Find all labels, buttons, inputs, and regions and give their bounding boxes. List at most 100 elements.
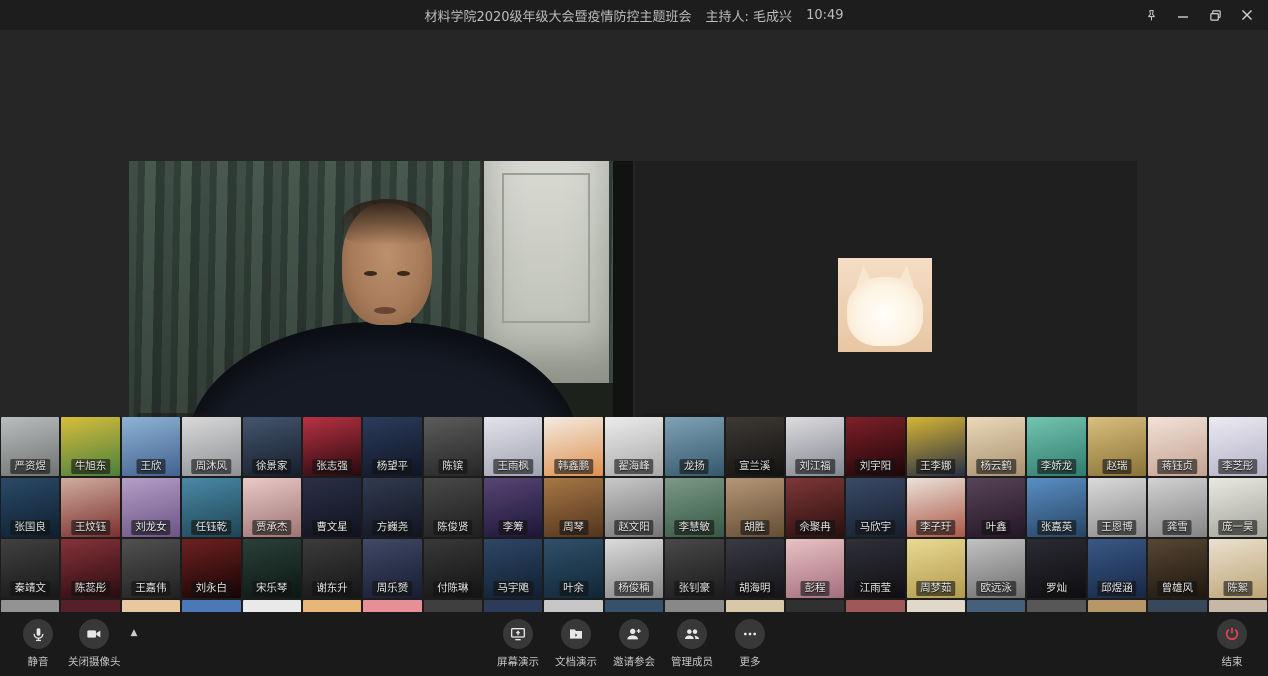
participant-tile-partial[interactable] bbox=[1027, 600, 1085, 612]
main-video-host[interactable]: 毛成兴 bbox=[129, 161, 633, 446]
participant-tile[interactable]: 叶余 bbox=[544, 539, 602, 598]
participant-tile[interactable]: 周琴 bbox=[544, 478, 602, 537]
participant-tile[interactable]: 曹文星 bbox=[303, 478, 361, 537]
participant-tile[interactable]: 杨俊楠 bbox=[605, 539, 663, 598]
participant-tile[interactable]: 李娇龙 bbox=[1027, 417, 1085, 476]
participant-tile[interactable]: 佘聚冉 bbox=[786, 478, 844, 537]
camera-options-arrow-icon[interactable]: ▲ bbox=[131, 628, 138, 638]
participant-tile[interactable]: 陈絮 bbox=[1209, 539, 1267, 598]
participant-tile[interactable]: 任钰乾 bbox=[182, 478, 240, 537]
participant-tile[interactable]: 徐景家 bbox=[243, 417, 301, 476]
participant-tile-partial[interactable] bbox=[61, 600, 119, 612]
participant-tile[interactable]: 陈蕊彤 bbox=[61, 539, 119, 598]
participant-tile[interactable]: 江雨莹 bbox=[846, 539, 904, 598]
participant-tile[interactable]: 胡海明 bbox=[726, 539, 784, 598]
participant-tile[interactable]: 杨云鹤 bbox=[967, 417, 1025, 476]
participant-tile[interactable]: 刘龙女 bbox=[122, 478, 180, 537]
doc-share-button[interactable]: 文档演示 bbox=[554, 619, 598, 669]
participant-tile[interactable]: 张钊豪 bbox=[665, 539, 723, 598]
participant-tile-partial[interactable] bbox=[967, 600, 1025, 612]
participant-tile[interactable]: 赵文阳 bbox=[605, 478, 663, 537]
manage-members-button[interactable]: 管理成员 bbox=[670, 619, 714, 669]
participant-tile[interactable]: 周乐赟 bbox=[363, 539, 421, 598]
participant-tile[interactable]: 王雨枫 bbox=[484, 417, 542, 476]
participant-tile-partial[interactable] bbox=[544, 600, 602, 612]
participant-tile[interactable]: 欧远泳 bbox=[967, 539, 1025, 598]
more-button[interactable]: 更多 bbox=[728, 619, 772, 669]
participant-tile-partial[interactable] bbox=[1, 600, 59, 612]
participant-tile[interactable]: 龚雪 bbox=[1148, 478, 1206, 537]
participant-tile-partial[interactable] bbox=[605, 600, 663, 612]
participant-tile[interactable]: 张国良 bbox=[1, 478, 59, 537]
participant-tile[interactable]: 罗灿 bbox=[1027, 539, 1085, 598]
participant-tile[interactable]: 刘宇阳 bbox=[846, 417, 904, 476]
participant-tile-partial[interactable] bbox=[243, 600, 301, 612]
participant-tile[interactable]: 陈俊贤 bbox=[424, 478, 482, 537]
participant-tile[interactable]: 杨望平 bbox=[363, 417, 421, 476]
participant-tile-partial[interactable] bbox=[726, 600, 784, 612]
participant-tile[interactable]: 叶鑫 bbox=[967, 478, 1025, 537]
participant-tile[interactable]: 蒋钰贞 bbox=[1148, 417, 1206, 476]
participant-tile-partial[interactable] bbox=[1148, 600, 1206, 612]
participant-tile[interactable]: 李慧敏 bbox=[665, 478, 723, 537]
participant-tile-partial[interactable] bbox=[424, 600, 482, 612]
participant-tile[interactable]: 张志强 bbox=[303, 417, 361, 476]
participant-tile[interactable]: 庞一昊 bbox=[1209, 478, 1267, 537]
participant-tile[interactable]: 王李娜 bbox=[907, 417, 965, 476]
invite-button[interactable]: 邀请参会 bbox=[612, 619, 656, 669]
end-meeting-button[interactable]: 结束 bbox=[1210, 619, 1254, 669]
participant-tile[interactable]: 付陈琳 bbox=[424, 539, 482, 598]
participant-tile[interactable]: 贾承杰 bbox=[243, 478, 301, 537]
participant-tile-partial[interactable] bbox=[786, 600, 844, 612]
participant-tile-partial[interactable] bbox=[363, 600, 421, 612]
participant-tile[interactable]: 刘永白 bbox=[182, 539, 240, 598]
restore-icon[interactable] bbox=[1202, 3, 1228, 27]
participant-tile[interactable]: 周梦茹 bbox=[907, 539, 965, 598]
participant-tile-partial[interactable] bbox=[665, 600, 723, 612]
participant-tile-partial[interactable] bbox=[846, 600, 904, 612]
participant-name: 贾承杰 bbox=[252, 520, 292, 535]
participant-tile[interactable]: 牛旭东 bbox=[61, 417, 119, 476]
participant-tile[interactable]: 宣兰溪 bbox=[726, 417, 784, 476]
screen-share-button[interactable]: 屏幕演示 bbox=[496, 619, 540, 669]
participant-tile[interactable]: 马宇飑 bbox=[484, 539, 542, 598]
mute-button[interactable]: 静音 bbox=[16, 619, 60, 669]
participant-tile-partial[interactable] bbox=[122, 600, 180, 612]
participant-tile[interactable]: 李子玗 bbox=[907, 478, 965, 537]
participant-tile[interactable]: 胡胜 bbox=[726, 478, 784, 537]
participant-tile[interactable]: 王欣 bbox=[122, 417, 180, 476]
participant-tile[interactable]: 彭程 bbox=[786, 539, 844, 598]
participant-tile-partial[interactable] bbox=[1209, 600, 1267, 612]
participant-tile[interactable]: 谢东升 bbox=[303, 539, 361, 598]
participant-tile[interactable]: 王恩博 bbox=[1088, 478, 1146, 537]
participant-tile[interactable]: 韩鑫鹏 bbox=[544, 417, 602, 476]
participant-tile[interactable]: 刘江福 bbox=[786, 417, 844, 476]
participant-tile[interactable]: 秦靖文 bbox=[1, 539, 59, 598]
participant-tile[interactable]: 龙扬 bbox=[665, 417, 723, 476]
participant-tile[interactable]: 严资煜 bbox=[1, 417, 59, 476]
camera-button[interactable]: 关闭摄像头 bbox=[68, 619, 121, 669]
participant-tile[interactable]: 方巍尧 bbox=[363, 478, 421, 537]
participant-tile[interactable]: 李芝彤 bbox=[1209, 417, 1267, 476]
main-video-guest[interactable]: 吴建东 bbox=[635, 161, 1137, 446]
participant-tile[interactable]: 陈镔 bbox=[424, 417, 482, 476]
participant-tile[interactable]: 宋乐琴 bbox=[243, 539, 301, 598]
pin-icon[interactable] bbox=[1138, 3, 1164, 27]
participant-tile[interactable]: 翟海峰 bbox=[605, 417, 663, 476]
participant-tile[interactable]: 马欣宇 bbox=[846, 478, 904, 537]
participant-tile[interactable]: 周沐风 bbox=[182, 417, 240, 476]
close-icon[interactable] bbox=[1234, 3, 1260, 27]
participant-tile[interactable]: 王嘉伟 bbox=[122, 539, 180, 598]
participant-tile[interactable]: 邱煜涵 bbox=[1088, 539, 1146, 598]
participant-tile[interactable]: 曾雄风 bbox=[1148, 539, 1206, 598]
participant-tile-partial[interactable] bbox=[484, 600, 542, 612]
participant-tile[interactable]: 张嘉英 bbox=[1027, 478, 1085, 537]
participant-tile-partial[interactable] bbox=[303, 600, 361, 612]
participant-tile-partial[interactable] bbox=[182, 600, 240, 612]
participant-tile-partial[interactable] bbox=[1088, 600, 1146, 612]
minimize-icon[interactable] bbox=[1170, 3, 1196, 27]
participant-tile-partial[interactable] bbox=[907, 600, 965, 612]
participant-tile[interactable]: 李筹 bbox=[484, 478, 542, 537]
participant-tile[interactable]: 王炆钰 bbox=[61, 478, 119, 537]
participant-tile[interactable]: 赵瑞 bbox=[1088, 417, 1146, 476]
